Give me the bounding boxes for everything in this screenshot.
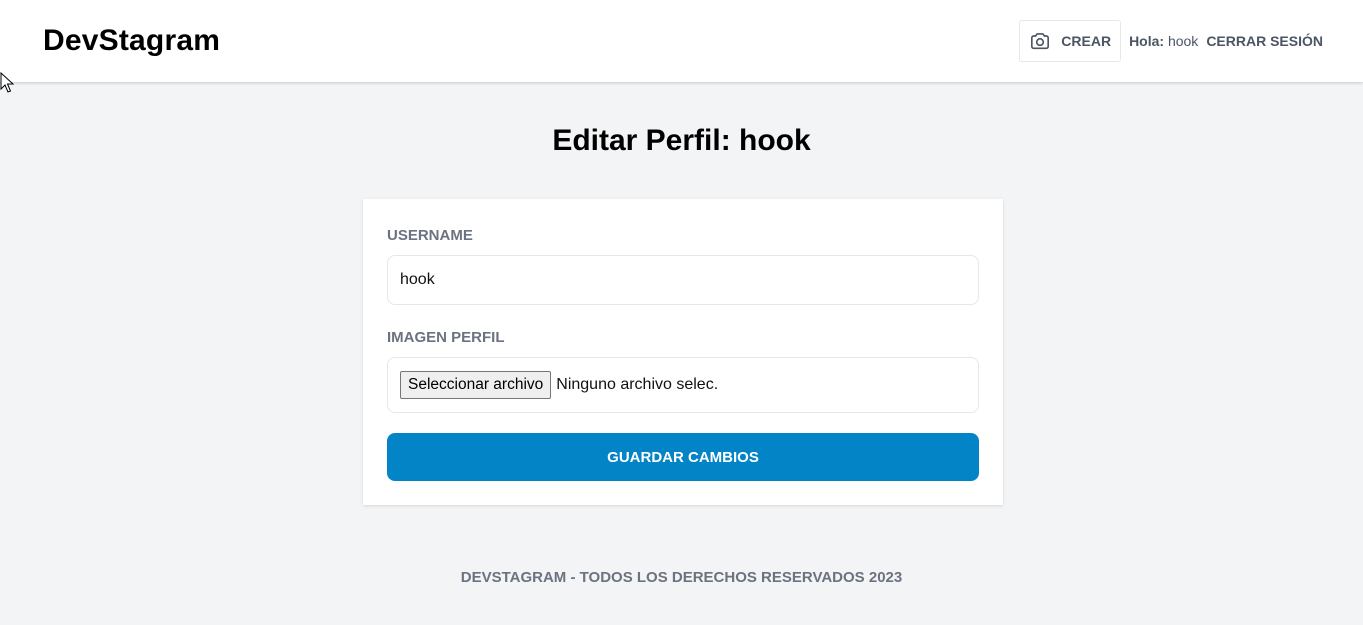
save-changes-button[interactable]: GUARDAR CAMBIOS — [387, 433, 979, 481]
choose-file-button[interactable]: Seleccionar archivo — [400, 371, 552, 399]
top-navbar: DevStagram CREAR Hola: hook CERRAR SESIÓ… — [0, 0, 1363, 82]
logout-button[interactable]: CERRAR SESIÓN — [1206, 33, 1323, 49]
footer-copyright: DEVSTAGRAM - TODOS LOS DERECHOS RESERVAD… — [460, 569, 903, 586]
file-status-text: Ninguno archivo selec. — [556, 376, 719, 393]
mouse-cursor-icon — [0, 72, 14, 93]
camera-icon — [1029, 31, 1051, 51]
app-logo[interactable]: DevStagram — [43, 24, 220, 58]
greeting: Hola: hook — [1129, 33, 1198, 49]
create-post-label: CREAR — [1061, 33, 1112, 49]
user-nav: CREAR Hola: hook CERRAR SESIÓN — [1019, 20, 1323, 62]
profile-image-label: IMAGEN PERFIL — [387, 329, 505, 346]
profile-image-file-input[interactable]: Seleccionar archivo Ninguno archivo sele… — [387, 357, 979, 413]
create-post-button[interactable]: CREAR — [1019, 20, 1122, 62]
username-label: USERNAME — [387, 227, 473, 244]
current-username: hook — [1167, 33, 1199, 49]
greeting-label: Hola: — [1129, 33, 1165, 49]
username-input[interactable]: hook — [387, 255, 979, 305]
page-title: Editar Perfil: hook — [552, 124, 811, 157]
edit-profile-form: USERNAME hook IMAGEN PERFIL Seleccionar … — [363, 199, 1003, 505]
